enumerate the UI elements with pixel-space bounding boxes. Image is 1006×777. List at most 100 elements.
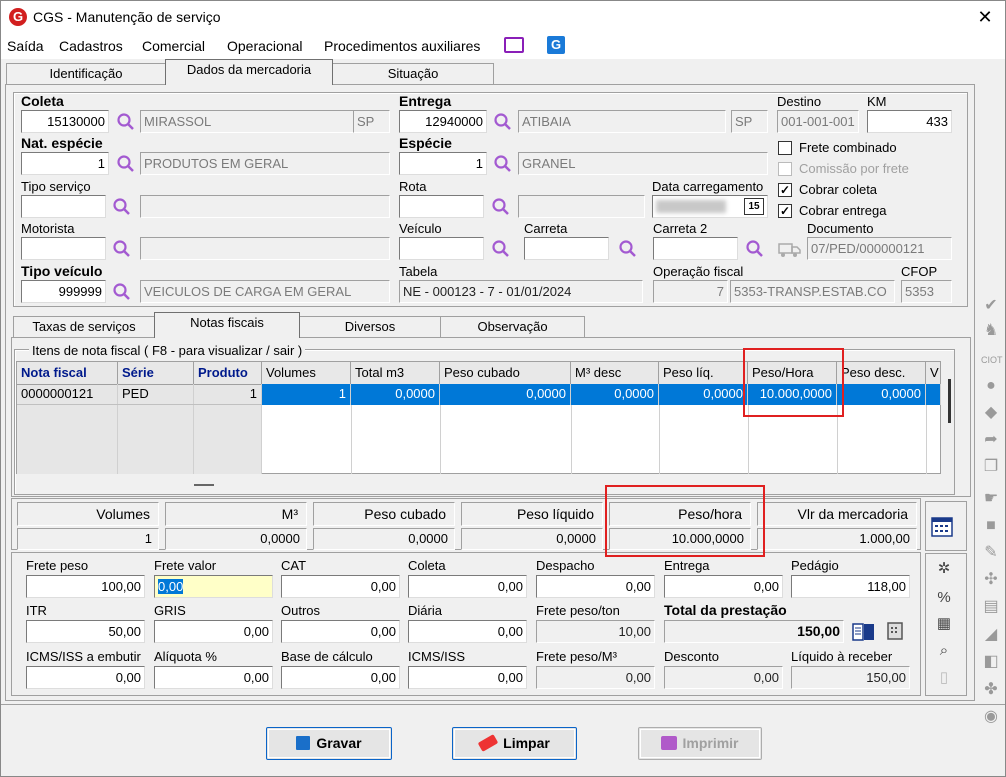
grid-cell-peso-cubado[interactable]: 0,0000	[440, 384, 571, 405]
frete-peso-input[interactable]: 100,00	[26, 575, 145, 598]
menu-operacional[interactable]: Operacional	[227, 38, 303, 54]
col-m3-desc[interactable]: M³ desc	[571, 362, 659, 385]
check-icon[interactable]: ✔	[981, 297, 1001, 315]
search-icon[interactable]	[493, 154, 513, 174]
subtab-taxas-de-servicos[interactable]: Taxas de serviços	[13, 316, 155, 338]
col-v[interactable]: V	[926, 362, 941, 385]
km-input[interactable]: 433	[867, 110, 952, 133]
aliquota-input[interactable]: 0,00	[154, 666, 273, 689]
book-open-icon[interactable]: ◧	[981, 653, 1001, 671]
grid-cell-peso-desc[interactable]: 0,0000	[837, 384, 926, 405]
coleta-code-input[interactable]: 15130000	[21, 110, 109, 133]
grid-cell-v[interactable]	[926, 384, 941, 405]
subtab-notas-fiscais[interactable]: Notas fiscais	[154, 312, 300, 338]
group-icon[interactable]: ✤	[981, 681, 1001, 699]
coleta-fee-input[interactable]: 0,00	[408, 575, 527, 598]
especie-code-input[interactable]: 1	[399, 152, 487, 175]
subtab-diversos[interactable]: Diversos	[299, 316, 441, 338]
search-icon[interactable]	[112, 239, 132, 259]
grid-cell-volumes[interactable]: 1	[262, 384, 351, 405]
gravar-button[interactable]: Gravar	[266, 727, 392, 760]
veiculo-input[interactable]	[399, 237, 484, 260]
leaf-icon[interactable]: ◆	[981, 404, 1001, 422]
tab-situacao[interactable]: Situação	[332, 63, 494, 85]
circle-icon[interactable]: ●	[981, 377, 1001, 395]
search-icon[interactable]	[112, 197, 132, 217]
tab-dados-da-mercadoria[interactable]: Dados da mercadoria	[165, 59, 333, 85]
preview-icon[interactable]: ⌕	[934, 641, 954, 661]
close-icon[interactable]: ✕	[971, 5, 999, 29]
horizontal-scroll-thumb[interactable]	[194, 484, 214, 486]
puzzle-icon[interactable]: ✣	[981, 571, 1001, 589]
col-peso-desc[interactable]: Peso desc.	[837, 362, 926, 385]
col-peso-cubado[interactable]: Peso cubado	[440, 362, 571, 385]
grid-cell-total-m3[interactable]: 0,0000	[351, 384, 440, 405]
search-icon[interactable]	[491, 239, 511, 259]
tipo-servico-input[interactable]	[21, 195, 106, 218]
pedagio-input[interactable]: 118,00	[791, 575, 910, 598]
calculator-icon[interactable]: ▦	[934, 614, 954, 634]
ciot-icon[interactable]: CIOT	[981, 351, 1003, 369]
icms-embutir-input[interactable]: 0,00	[26, 666, 145, 689]
frete-valor-input[interactable]: 0,00	[154, 575, 273, 598]
frete-combinado-checkbox[interactable]	[778, 141, 792, 155]
itr-input[interactable]: 50,00	[26, 620, 145, 643]
globe-icon[interactable]: ◉	[981, 708, 1001, 726]
search-icon[interactable]	[618, 239, 638, 259]
icms-iss-input[interactable]: 0,00	[408, 666, 527, 689]
nat-especie-code-input[interactable]: 1	[21, 152, 109, 175]
grid-cell-m3-desc[interactable]: 0,0000	[571, 384, 659, 405]
tipo-veiculo-code-input[interactable]: 999999	[21, 280, 106, 303]
search-icon[interactable]	[116, 154, 136, 174]
col-volumes[interactable]: Volumes	[262, 362, 351, 385]
cobrar-entrega-checkbox[interactable]: ✓	[778, 204, 792, 218]
limpar-button[interactable]: Limpar	[452, 727, 577, 760]
hand-icon[interactable]: ☛	[981, 490, 1001, 508]
percent-icon[interactable]: %	[934, 588, 954, 608]
col-produto[interactable]: Produto	[194, 362, 262, 385]
subtab-observacao[interactable]: Observação	[440, 316, 585, 338]
tab-identificacao[interactable]: Identificação	[6, 63, 166, 85]
cgs-app-icon[interactable]: G	[547, 36, 565, 54]
col-peso-liq[interactable]: Peso líq.	[659, 362, 748, 385]
search-icon[interactable]	[493, 112, 513, 132]
calendar-icon[interactable]: 15	[744, 198, 764, 215]
outros-input[interactable]: 0,00	[281, 620, 400, 643]
cube-icon[interactable]: ■	[981, 517, 1001, 535]
motorista-input[interactable]	[21, 237, 106, 260]
menu-procedimentos-auxiliares[interactable]: Procedimentos auxiliares	[324, 38, 480, 54]
gris-input[interactable]: 0,00	[154, 620, 273, 643]
network-icon[interactable]: ✲	[934, 559, 954, 579]
search-icon[interactable]	[112, 282, 132, 302]
base-calculo-input[interactable]: 0,00	[281, 666, 400, 689]
monitor-icon[interactable]	[504, 37, 524, 53]
diaria-input[interactable]: 0,00	[408, 620, 527, 643]
carreta2-input[interactable]	[653, 237, 738, 260]
rota-input[interactable]	[399, 195, 484, 218]
search-icon[interactable]	[491, 197, 511, 217]
entrega-fee-input[interactable]: 0,00	[664, 575, 783, 598]
imprimir-button[interactable]: Imprimir	[638, 727, 762, 760]
col-nota-fiscal[interactable]: Nota fiscal	[17, 362, 118, 385]
book-icon[interactable]	[851, 621, 877, 643]
hat-icon[interactable]: ◢	[981, 626, 1001, 644]
cow-icon[interactable]: ♞	[981, 322, 1001, 340]
col-serie[interactable]: Série	[118, 362, 194, 385]
copy-icon[interactable]: ❐	[981, 458, 1001, 476]
menu-saida[interactable]: Saída	[7, 38, 44, 54]
grid-scrollbar[interactable]	[948, 379, 951, 423]
money-icon[interactable]: ▤	[981, 598, 1001, 616]
menu-cadastros[interactable]: Cadastros	[59, 38, 123, 54]
cat-input[interactable]: 0,00	[281, 575, 400, 598]
calculator-hand-icon[interactable]	[884, 621, 908, 643]
export-icon[interactable]: ➦	[981, 431, 1001, 449]
despacho-input[interactable]: 0,00	[536, 575, 655, 598]
col-total-m3[interactable]: Total m3	[351, 362, 440, 385]
tools-icon[interactable]: ✎	[981, 544, 1001, 562]
grid-cell-peso-liq[interactable]: 0,0000	[659, 384, 748, 405]
menu-comercial[interactable]: Comercial	[142, 38, 205, 54]
search-icon[interactable]	[745, 239, 765, 259]
cobrar-coleta-checkbox[interactable]: ✓	[778, 183, 792, 197]
comissao-por-frete-checkbox[interactable]	[778, 162, 792, 176]
search-icon[interactable]	[116, 112, 136, 132]
